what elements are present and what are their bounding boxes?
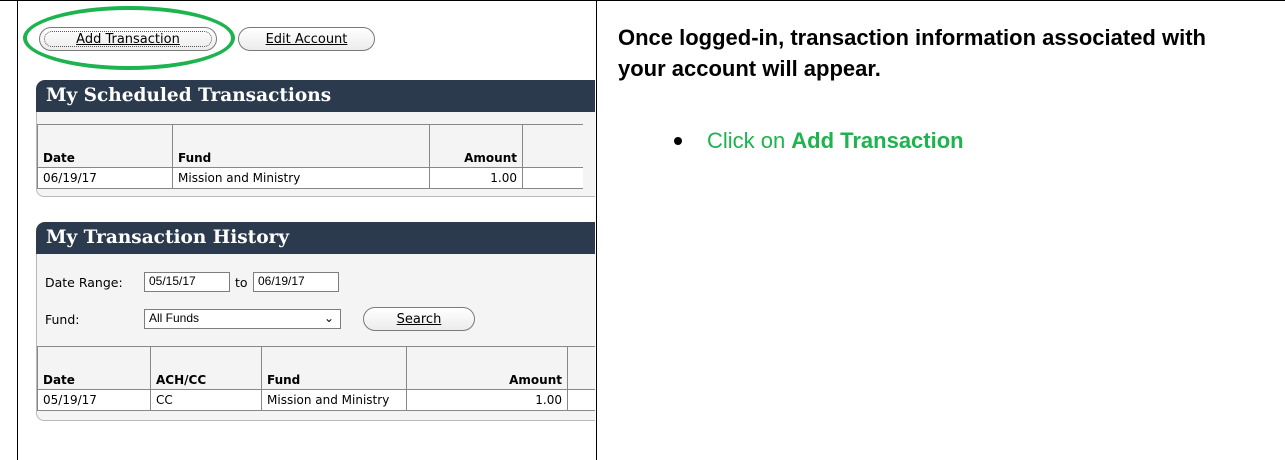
cell-date: 05/19/17 — [37, 389, 151, 411]
date-to-input[interactable]: 06/19/17 — [253, 272, 339, 292]
cell-extra — [522, 167, 583, 189]
cell-amount: 1.00 — [429, 167, 523, 189]
bullet-icon — [674, 137, 682, 145]
table-row[interactable]: 06/19/17 Mission and Ministry 1.00 — [37, 167, 583, 189]
highlight-oval — [23, 6, 235, 70]
instruction-bullet: Click on Add Transaction — [674, 128, 964, 154]
date-range-label: Date Range: — [45, 275, 123, 290]
scheduled-transactions-panel: My Scheduled Transactions Date Fund Amou… — [36, 80, 595, 197]
search-button-label: Search — [396, 311, 442, 327]
transaction-history-table: Date ACH/CC Fund Amount 05/19/17 CC Miss… — [37, 346, 595, 411]
column-header-fund: Fund — [172, 124, 430, 168]
chevron-down-icon: ⌄ — [323, 311, 334, 325]
screenshot-cell: Add Transaction Edit Account My Schedule… — [17, 0, 595, 460]
fund-select-value: All Funds — [149, 311, 200, 325]
edit-account-label: Edit Account — [265, 31, 348, 47]
scheduled-transactions-body: Date Fund Amount 06/19/17 Mission and Mi… — [36, 112, 595, 197]
table-column-divider — [596, 0, 597, 460]
column-header-extra — [522, 124, 583, 168]
cell-date: 06/19/17 — [37, 167, 173, 189]
transaction-history-title: My Transaction History — [36, 222, 595, 254]
table-header-row: Date ACH/CC Fund Amount — [37, 346, 595, 390]
to-label: to — [235, 275, 248, 290]
column-header-ach-cc: ACH/CC — [150, 346, 262, 390]
cell-fund: Mission and Ministry — [261, 389, 407, 411]
column-header-date: Date — [37, 124, 173, 168]
bullet-action: Add Transaction — [791, 128, 964, 153]
table-header-row: Date Fund Amount — [37, 124, 583, 168]
cell-extra — [567, 389, 595, 411]
transaction-history-panel: My Transaction History Date Range: 05/15… — [36, 222, 595, 421]
column-header-date: Date — [37, 346, 151, 390]
column-header-fund: Fund — [261, 346, 407, 390]
document-table: Add Transaction Edit Account My Schedule… — [0, 0, 1285, 460]
bullet-prefix: Click on — [707, 128, 786, 153]
fund-label: Fund: — [45, 312, 80, 327]
cell-amount: 1.00 — [406, 389, 568, 411]
cell-fund: Mission and Ministry — [172, 167, 430, 189]
column-header-amount: Amount — [406, 346, 568, 390]
table-row[interactable]: 05/19/17 CC Mission and Ministry 1.00 — [37, 389, 595, 411]
instruction-cell: Once logged-in, transaction information … — [598, 0, 1285, 460]
date-from-input[interactable]: 05/15/17 — [144, 272, 230, 292]
scheduled-transactions-title: My Scheduled Transactions — [36, 80, 595, 112]
scheduled-transactions-table: Date Fund Amount 06/19/17 Mission and Mi… — [37, 124, 583, 189]
fund-select[interactable]: All Funds ⌄ — [144, 309, 341, 329]
cell-ach-cc: CC — [150, 389, 262, 411]
intro-text: Once logged-in, transaction information … — [618, 25, 1206, 81]
transaction-history-body: Date Range: 05/15/17 to 06/19/17 Fund: A… — [36, 254, 595, 421]
column-header-extra — [567, 346, 595, 390]
column-header-amount: Amount — [429, 124, 523, 168]
search-button[interactable]: Search — [363, 307, 475, 331]
edit-account-button[interactable]: Edit Account — [238, 27, 375, 51]
